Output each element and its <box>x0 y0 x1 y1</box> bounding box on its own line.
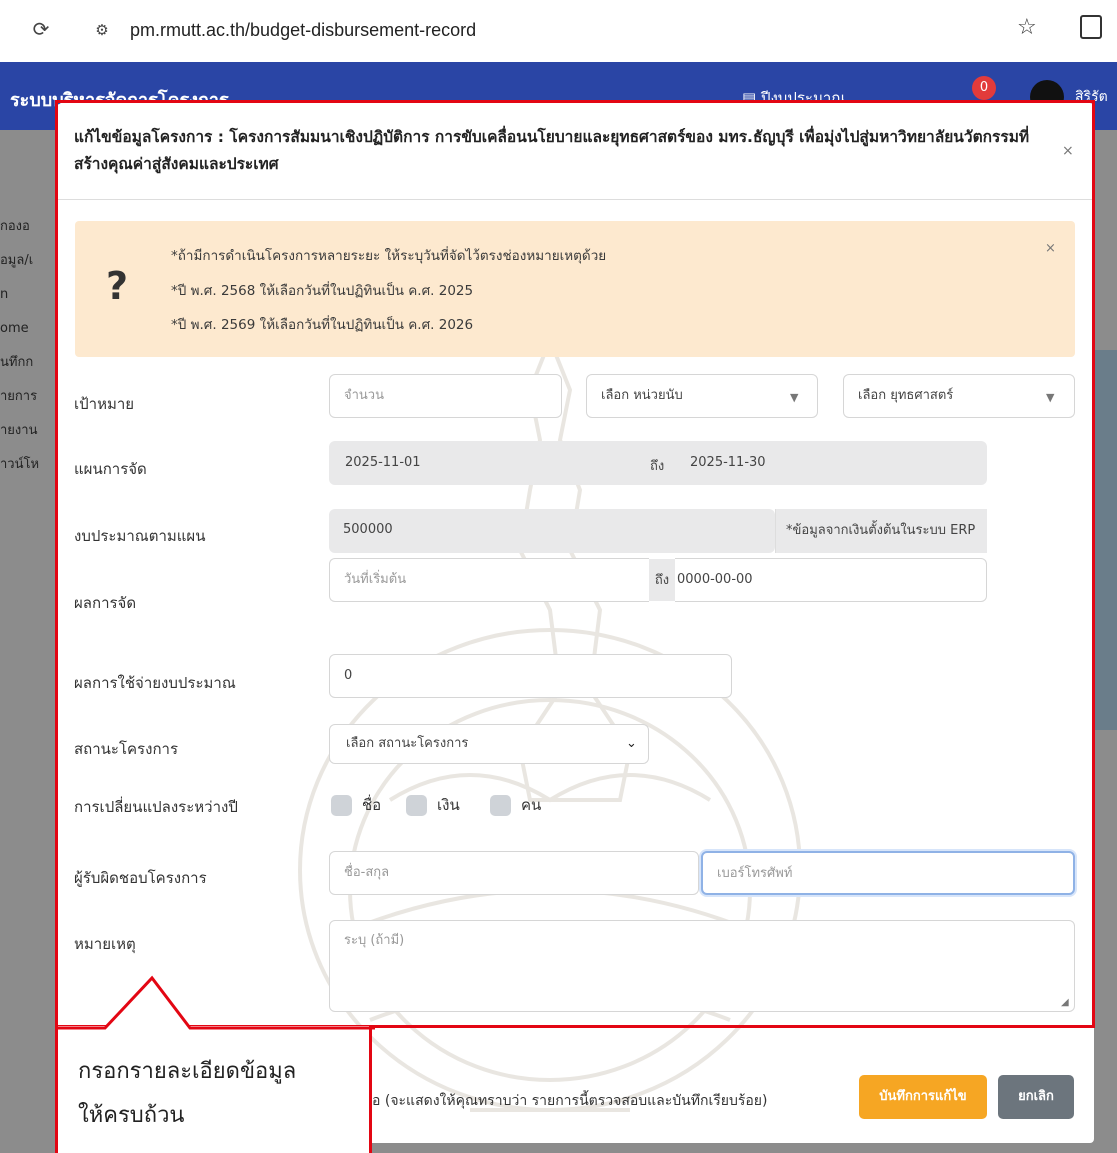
change-people-label: คน <box>521 796 542 814</box>
alert-line: *ปี พ.ศ. 2569 ให้เลือกวันที่ในปฏิทินเป็น… <box>171 317 474 333</box>
result-end-date-input[interactable]: 0000-00-00 <box>675 558 987 602</box>
change-name-checkbox[interactable] <box>331 795 352 816</box>
remark-textarea[interactable]: ระบุ (ถ้ามี) <box>329 920 1075 1012</box>
chevron-down-icon: ⌄ <box>626 736 637 751</box>
plan-label: แผนการจัด <box>74 460 147 478</box>
chevron-down-icon: ▼ <box>790 391 799 404</box>
plan-from-date: 2025-11-01 <box>345 455 421 470</box>
sidebar-fragment: กองอ <box>0 219 30 234</box>
target-label: เป้าหมาย <box>74 395 135 413</box>
background-sidebar: กองอ อมูล/เ n ome นทึกก ายการ ายงาน าวน์… <box>0 210 39 482</box>
sidebar-fragment: นทึกก <box>0 355 34 370</box>
cancel-button[interactable]: ยกเลิก <box>998 1075 1074 1119</box>
budget-plan-label: งบประมาณตามแผน <box>74 527 206 545</box>
sidebar-fragment: n <box>0 287 9 302</box>
change-money-label: เงิน <box>437 796 460 814</box>
spend-label: ผลการใช้จ่ายงบประมาณ <box>74 674 236 692</box>
confirm-note: อ (จะแสดงให้คุณทราบว่า รายการนี้ตรวจสอบแ… <box>372 1093 768 1109</box>
status-select[interactable]: เลือก สถานะโครงการ <box>329 724 649 764</box>
target-amount-input[interactable]: จำนวน <box>329 374 562 418</box>
unit-select[interactable]: เลือก หน่วยนับ <box>586 374 818 418</box>
result-to-label: ถึง <box>649 559 675 601</box>
owner-label: ผู้รับผิดชอบโครงการ <box>74 869 207 887</box>
chevron-down-icon: ▼ <box>1046 391 1055 404</box>
status-label: สถานะโครงการ <box>74 740 179 758</box>
owner-name-input[interactable]: ชื่อ-สกุล <box>329 851 699 895</box>
strategy-select-value: เลือก ยุทธศาสตร์ <box>858 388 954 403</box>
sidebar-fragment: าวน์โห <box>0 457 40 472</box>
result-label: ผลการจัด <box>74 594 137 612</box>
alert-line: *ปี พ.ศ. 2568 ให้เลือกวันที่ในปฏิทินเป็น… <box>171 283 474 299</box>
change-money-checkbox[interactable] <box>406 795 427 816</box>
browser-toolbar: ⟳ ⚙ pm.rmutt.ac.th/budget-disbursement-r… <box>0 0 1117 62</box>
sidebar-fragment: ome <box>0 321 29 336</box>
callout-line: กรอกรายละเอียดข้อมูล <box>78 1059 297 1084</box>
callout-text: กรอกรายละเอียดข้อมูล ให้ครบถ้วน <box>78 1050 358 1138</box>
resize-handle-icon[interactable]: ◢ <box>1061 997 1069 1008</box>
bookmark-star-icon[interactable]: ☆ <box>1017 15 1037 40</box>
owner-phone-input[interactable]: เบอร์โทรศัพท์ <box>701 851 1075 895</box>
question-icon: ? <box>106 264 129 308</box>
unit-select-value: เลือก หน่วยนับ <box>601 388 683 403</box>
remark-label: หมายเหตุ <box>74 935 136 953</box>
site-info-icon[interactable]: ⚙ <box>90 19 114 41</box>
notification-bell-icon[interactable]: 0 <box>972 76 996 100</box>
sidebar-fragment: อมูล/เ <box>0 253 34 268</box>
change-label: การเปลี่ยนแปลงระหว่างปี <box>74 798 238 816</box>
url-text[interactable]: pm.rmutt.ac.th/budget-disbursement-recor… <box>130 20 476 41</box>
budget-plan-note: *ข้อมูลจากเงินตั้งต้นในระบบ ERP <box>775 509 987 553</box>
sidebar-fragment: ายงาน <box>0 423 38 438</box>
close-icon[interactable]: × <box>1062 143 1074 159</box>
result-start-date-input[interactable]: วันที่เริ่มต้น <box>329 558 649 602</box>
callout-line: ให้ครบถ้วน <box>78 1103 185 1128</box>
plan-to-date: 2025-11-30 <box>690 455 766 470</box>
divider <box>58 199 1094 200</box>
status-select-value: เลือก สถานะโครงการ <box>346 736 469 751</box>
spend-input[interactable]: 0 <box>329 654 732 698</box>
callout-pointer <box>55 975 375 1030</box>
extensions-icon[interactable] <box>1080 15 1102 39</box>
alert-line: *ถ้ามีการดำเนินโครงการหลายระยะ ให้ระบุวั… <box>171 248 607 264</box>
strategy-select[interactable]: เลือก ยุทธศาสตร์ <box>843 374 1075 418</box>
reload-icon[interactable]: ⟳ <box>30 18 52 40</box>
alert-close-icon[interactable]: × <box>1045 241 1056 256</box>
screen: ⟳ ⚙ pm.rmutt.ac.th/budget-disbursement-r… <box>0 0 1117 1153</box>
save-button[interactable]: บันทึกการแก้ไข <box>859 1075 987 1119</box>
budget-plan-value: 500000 <box>329 509 775 553</box>
change-name-label: ชื่อ <box>362 796 382 814</box>
change-people-checkbox[interactable] <box>490 795 511 816</box>
plan-to-label: ถึง <box>650 459 665 474</box>
modal-title: แก้ไขข้อมูลโครงการ : โครงการสัมมนาเชิงปฏ… <box>74 128 1030 173</box>
sidebar-fragment: ายการ <box>0 389 38 404</box>
